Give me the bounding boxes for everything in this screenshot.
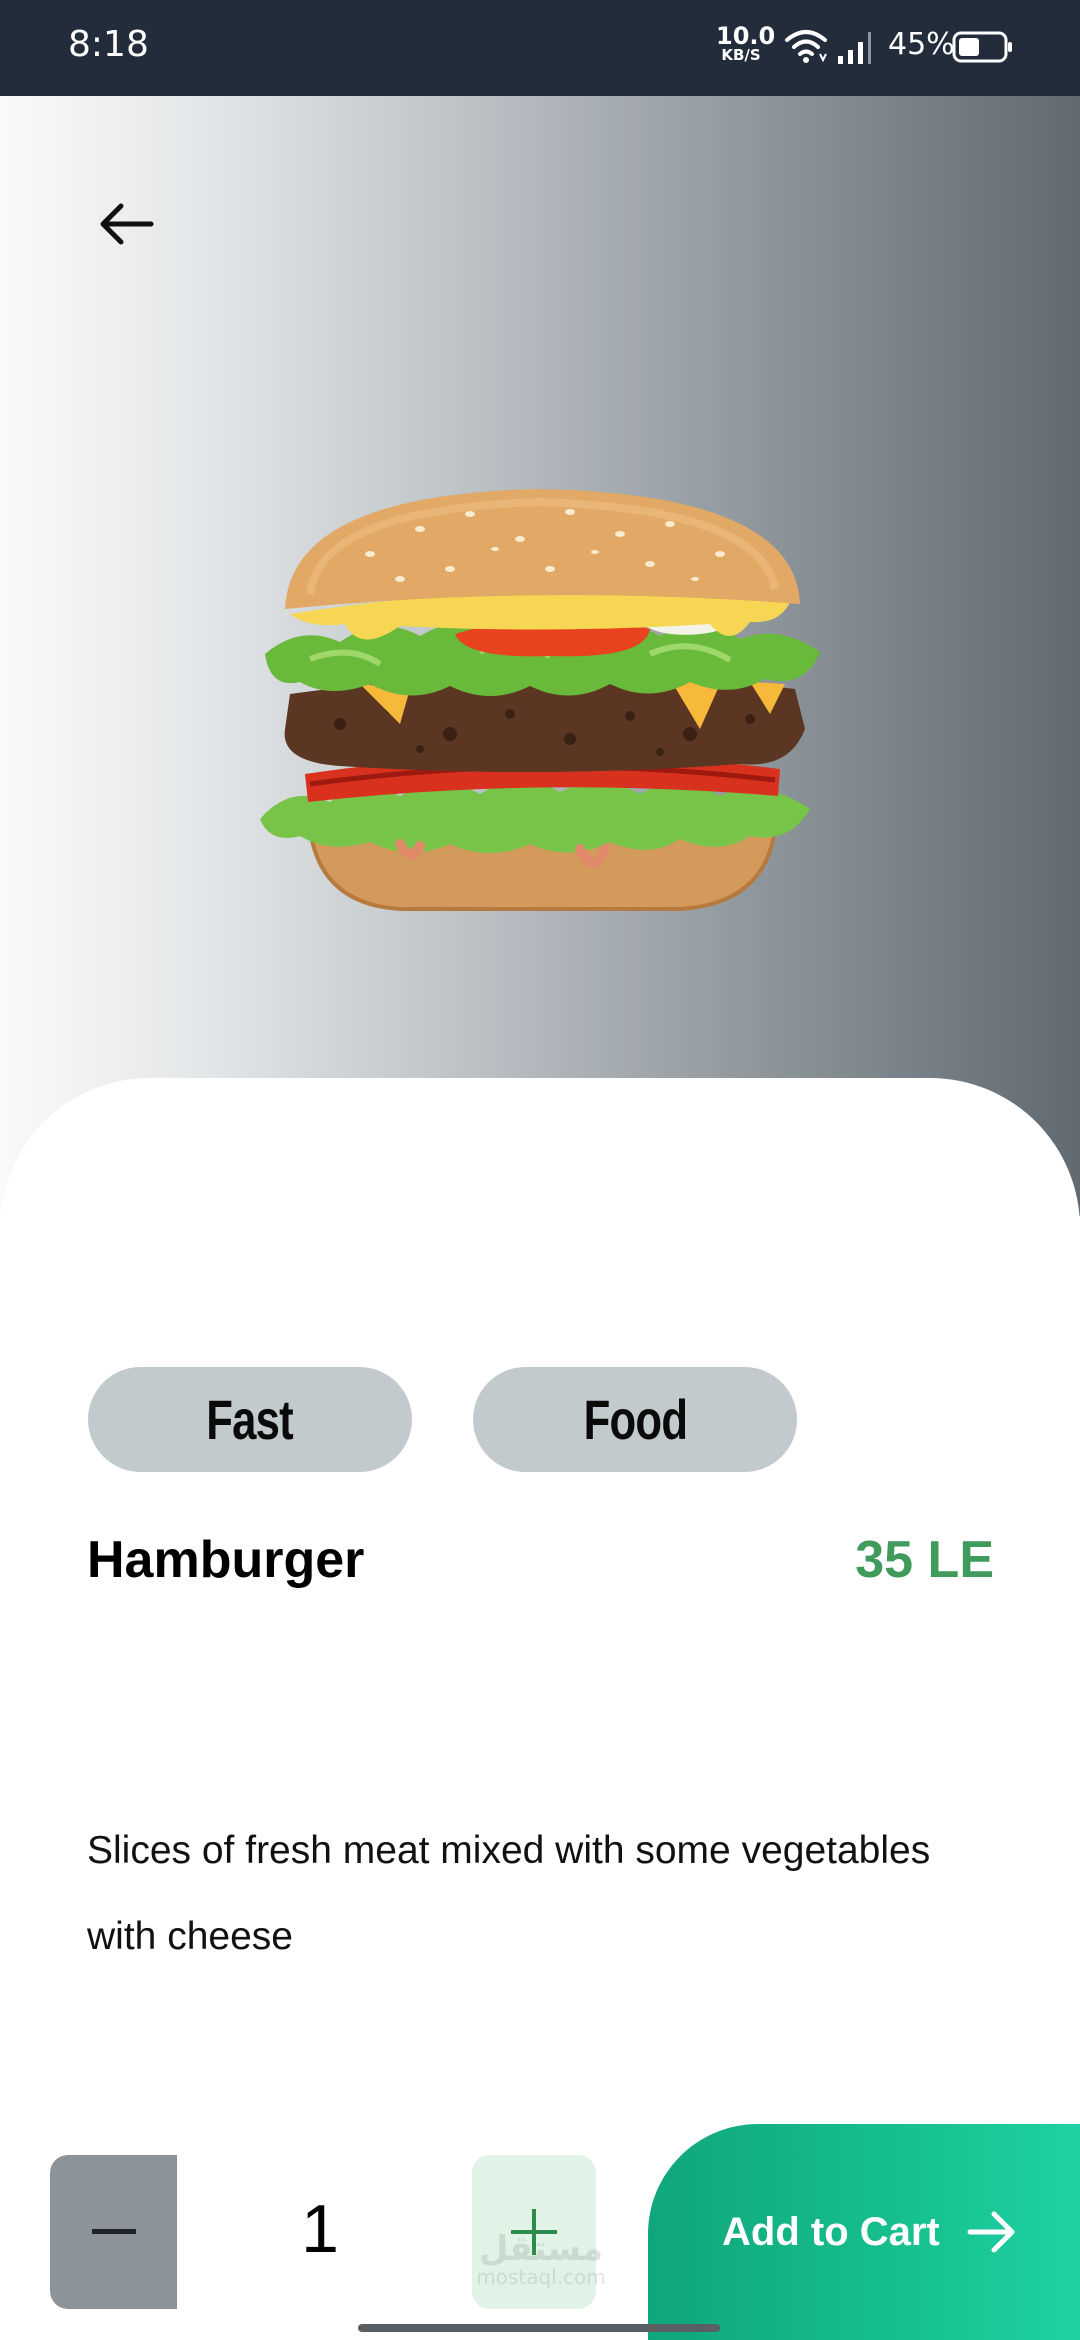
add-to-cart-label: Add to Cart (722, 2209, 940, 2254)
tag-food[interactable]: Food (473, 1367, 797, 1472)
network-speed-value: 10.0 (716, 22, 776, 50)
network-speed: 10.0 KB/S (716, 22, 776, 64)
status-time: 8:18 (68, 24, 149, 65)
arrow-right-icon (967, 2211, 1015, 2253)
quantity-value: 1 (301, 2191, 339, 2267)
plus-icon (511, 2209, 557, 2255)
arrow-left-icon (100, 203, 154, 245)
battery-icon (952, 31, 1012, 63)
decrease-quantity-button[interactable] (50, 2155, 177, 2309)
status-bar: 8:18 10.0 KB/S 45% (0, 0, 1080, 96)
signal-icon (838, 32, 871, 64)
add-to-cart-button[interactable]: Add to Cart (648, 2124, 1080, 2340)
home-indicator[interactable] (358, 2324, 720, 2332)
tag-label: Fast (206, 1388, 294, 1451)
tag-label: Food (583, 1388, 687, 1451)
hamburger-image (260, 489, 820, 911)
minus-icon (91, 2229, 136, 2234)
hero-banner (0, 96, 1080, 1216)
wifi-icon (785, 30, 827, 63)
product-name: Hamburger (87, 1531, 365, 1589)
product-price: 35 LE (855, 1531, 994, 1589)
battery-percent: 45% (888, 27, 955, 62)
increase-quantity-button[interactable] (472, 2155, 596, 2309)
back-button[interactable] (88, 186, 164, 262)
tag-fast[interactable]: Fast (88, 1367, 412, 1472)
network-speed-unit: KB/S (721, 46, 761, 64)
product-description: Slices of fresh meat mixed with some veg… (87, 1829, 931, 1958)
